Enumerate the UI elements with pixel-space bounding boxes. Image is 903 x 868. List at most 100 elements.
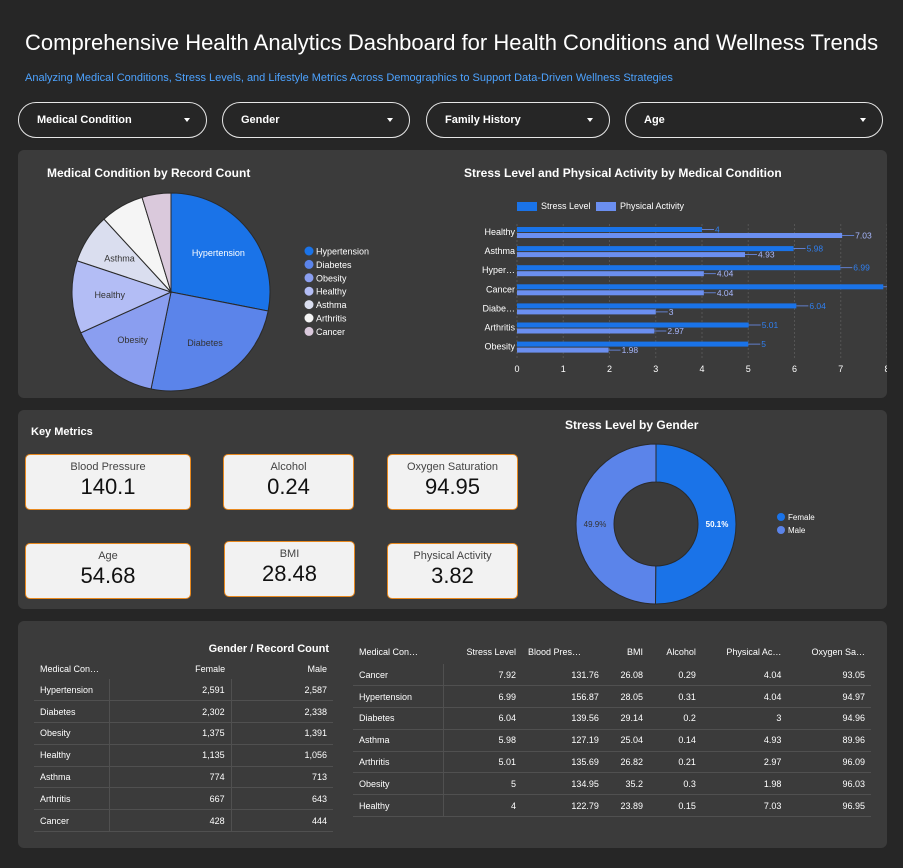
table-row[interactable]: Healthy 1,135 1,056: [34, 744, 333, 767]
table-cell: 135.69: [522, 751, 605, 774]
legend-label: Hypertension: [316, 247, 369, 257]
legend-swatch: [304, 259, 314, 269]
table-cell: 26.08: [604, 664, 649, 687]
table-row[interactable]: Arthritis 5.01 135.69 26.82 0.21 2.97 96.09: [353, 751, 871, 774]
x-tick-label: 1: [561, 364, 566, 374]
table-cell: 1,135: [108, 744, 232, 767]
tables-panel: Gender / Record Count Medical Con… Femal…: [18, 621, 887, 848]
kpi-value: 28.48: [261, 561, 318, 586]
data-label: 4.04: [717, 269, 734, 279]
table-cell: 0.31: [648, 685, 702, 709]
table-cell: 4.93: [701, 729, 788, 752]
legend-swatch: [517, 202, 537, 211]
kpi-label: Blood Pressure: [70, 461, 146, 473]
table-cell: 713: [230, 766, 333, 789]
table-row[interactable]: Hypertension 6.99 156.87 28.05 0.31 4.04 94.97: [353, 685, 871, 709]
table-cell: 4.04: [701, 664, 788, 687]
kpi-label: Physical Activity: [413, 550, 492, 562]
table-cell: Diabetes: [34, 700, 109, 724]
table-cell: Asthma: [353, 729, 444, 752]
pie-chart: Hypertension Diabetes Obesity Healthy Asthma…: [71, 192, 369, 392]
kpi-card-alcohol: Alcohol 0.24: [223, 454, 354, 510]
table-cell: Obesity: [353, 772, 444, 796]
x-tick-label: 3: [653, 364, 658, 374]
y-category-label: Cancer: [486, 284, 515, 294]
table-cell: 25.04: [604, 729, 649, 752]
table-cell: 667: [108, 787, 232, 811]
bar-physical-activity: [517, 290, 704, 296]
table-row[interactable]: Hypertension 2,591 2,587: [34, 679, 333, 702]
table-cell: 26.82: [604, 751, 649, 774]
kpi-value: 94.95: [424, 474, 481, 499]
kpi-card-physical-activity: Physical Activity 3.82: [387, 543, 518, 599]
bar-physical-activity: [517, 309, 656, 315]
column-header[interactable]: Medical Con…: [353, 639, 444, 664]
table-cell: 0.15: [648, 794, 702, 818]
table-cell: 4: [443, 794, 523, 818]
filter-gender[interactable]: Gender: [222, 102, 410, 138]
x-tick-label: 8: [884, 364, 887, 374]
data-label: 6.99: [853, 263, 870, 273]
table-row[interactable]: Cancer 428 444: [34, 809, 333, 833]
donut-slice-label: 50.1%: [706, 520, 729, 529]
bar-physical-activity: [517, 271, 704, 277]
bar-stress-level: [517, 246, 794, 252]
table-cell: 156.87: [522, 685, 605, 709]
pie-slice-label: Obesity: [117, 335, 148, 345]
table-cell: Arthritis: [353, 751, 444, 774]
table-row[interactable]: Arthritis 667 643: [34, 787, 333, 811]
column-header[interactable]: Medical Con…: [34, 659, 109, 679]
data-label: 5.01: [762, 320, 779, 330]
table-row[interactable]: Asthma 774 713: [34, 766, 333, 789]
column-header[interactable]: Physical Ac…: [702, 639, 787, 664]
column-header[interactable]: Alcohol: [649, 639, 702, 664]
table-row[interactable]: Cancer 7.92 131.76 26.08 0.29 4.04 93.05: [353, 664, 871, 687]
kpi-value: 0.24: [267, 474, 310, 499]
table-cell: 139.56: [522, 707, 605, 730]
table-row[interactable]: Diabetes 2,302 2,338: [34, 700, 333, 724]
charts-panel: Medical Condition by Record Count Stress…: [18, 150, 887, 398]
x-tick-label: 5: [746, 364, 751, 374]
bar-stress-level: [517, 227, 702, 232]
table-cell: 134.95: [522, 772, 605, 796]
kpi-value: 54.68: [80, 563, 136, 588]
table-cell: 96.03: [787, 772, 871, 796]
column-header[interactable]: Blood Pres…: [522, 639, 605, 664]
table-row[interactable]: Diabetes 6.04 139.56 29.14 0.2 3 94.96: [353, 707, 871, 730]
x-tick-label: 0: [514, 364, 519, 374]
table-cell: 5: [443, 772, 523, 796]
filter-age[interactable]: Age: [625, 102, 883, 138]
table-row[interactable]: Asthma 5.98 127.19 25.04 0.14 4.93 89.96: [353, 729, 871, 752]
table-cell: 4.04: [701, 685, 788, 709]
kpi-card-blood-pressure: Blood Pressure 140.1: [25, 454, 191, 510]
table-cell: 2,587: [230, 679, 333, 702]
column-header[interactable]: Stress Level: [444, 639, 522, 664]
data-label: 1.98: [622, 345, 639, 355]
table-cell: 428: [108, 809, 232, 833]
filter-medical-condition[interactable]: Medical Condition: [18, 102, 207, 138]
column-header[interactable]: BMI: [605, 639, 649, 664]
table-cell: 0.14: [648, 729, 702, 752]
legend-swatch: [304, 313, 314, 323]
legend-label: Asthma: [316, 300, 347, 310]
metrics-panel: Key Metrics Blood Pressure 140.1 Alcohol…: [18, 410, 887, 609]
data-label: 5: [761, 339, 766, 349]
table-cell: 131.76: [522, 664, 605, 687]
column-header[interactable]: Oxygen Sa…: [787, 639, 871, 664]
data-label: 2.97: [667, 326, 684, 336]
bar-physical-activity: [517, 252, 746, 258]
column-header[interactable]: Male: [231, 659, 333, 679]
table-row[interactable]: Obesity 5 134.95 35.2 0.3 1.98 96.03: [353, 772, 871, 796]
table-row[interactable]: Obesity 1,375 1,391: [34, 722, 333, 745]
filter-label: Gender: [241, 114, 280, 126]
filter-family-history[interactable]: Family History: [426, 102, 610, 138]
x-tick-label: 2: [607, 364, 612, 374]
bar-physical-activity: [517, 233, 843, 238]
legend-swatch: [304, 273, 314, 283]
table-cell: 7.03: [701, 794, 788, 818]
bar-stress-level: [517, 284, 884, 290]
column-header[interactable]: Female: [109, 659, 231, 679]
kpi-label: Alcohol: [270, 461, 307, 473]
y-category-label: Obesity: [484, 342, 515, 352]
table-row[interactable]: Healthy 4 122.79 23.89 0.15 7.03 96.95: [353, 794, 871, 818]
